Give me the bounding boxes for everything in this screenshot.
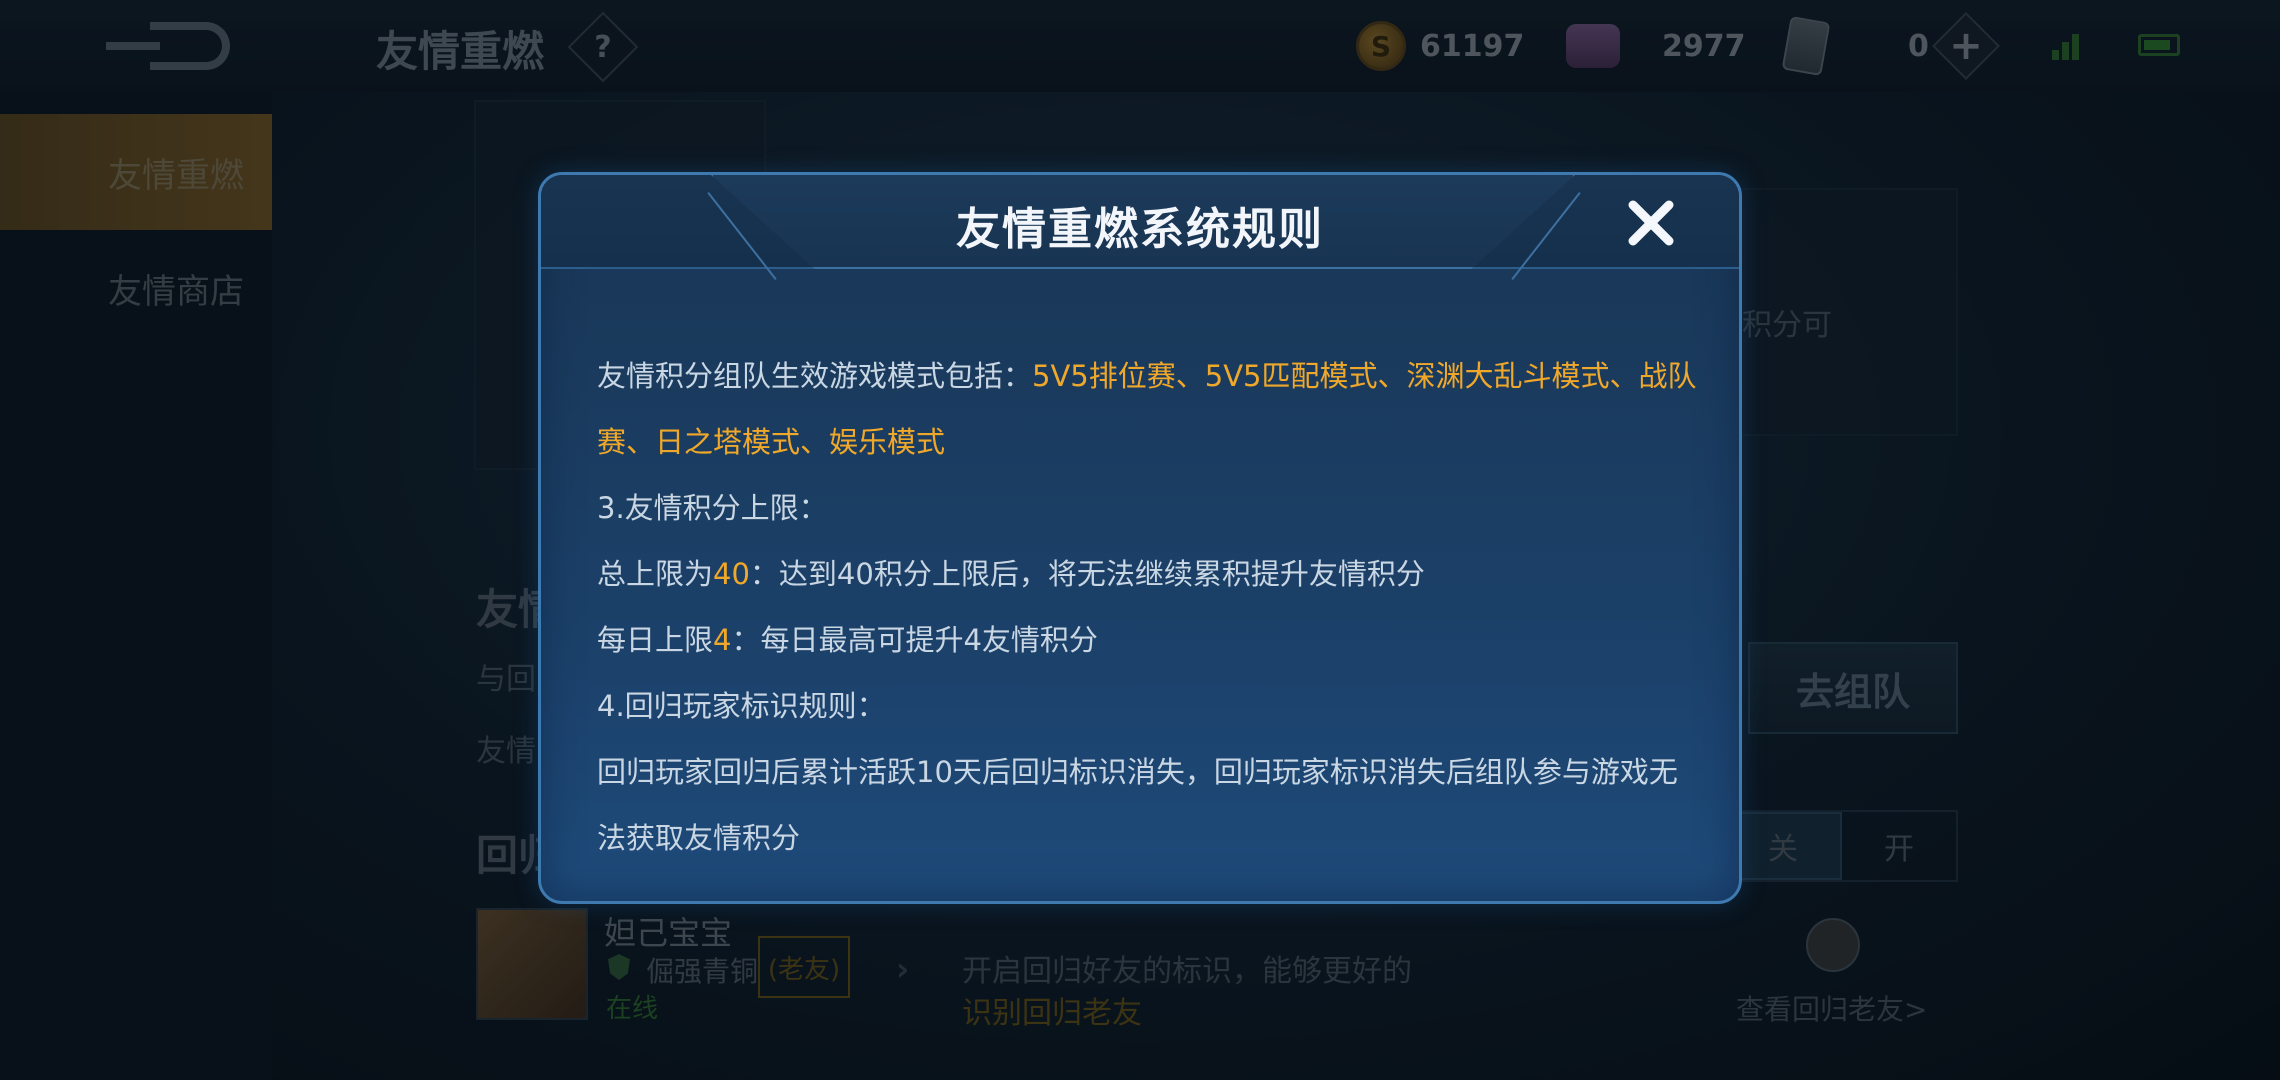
rule-section-3-title: 3.友情积分上限： [597, 491, 828, 525]
rules-text: 友情积分组队生效游戏模式包括：5V5排位赛、5V5匹配模式、深渊大乱斗模式、战队… [597, 343, 1701, 871]
rule-daily-limit: 每日上限4：每日最高可提升4友情积分 [597, 623, 1098, 657]
modal-header: 友情重燃系统规则 [541, 175, 1739, 280]
total-limit-value: 40 [713, 557, 750, 591]
modes-list-cont: 赛、日之塔模式、娱乐模式 [597, 425, 946, 459]
daily-limit-value: 4 [713, 623, 732, 657]
close-icon [1628, 200, 1674, 246]
close-button[interactable] [1619, 191, 1683, 255]
rule-total-limit: 总上限为40：达到40积分上限后，将无法继续累积提升友情积分 [597, 557, 1425, 591]
rule-modes-line: 友情积分组队生效游戏模式包括：5V5排位赛、5V5匹配模式、深渊大乱斗模式、战队 [597, 359, 1697, 393]
rule-return-mark-cont: 法获取友情积分 [597, 821, 801, 855]
rule-section-4-title: 4.回归玩家标识规则： [597, 689, 886, 723]
rule-return-mark: 回归玩家回归后累计活跃10天后回归标识消失，回归玩家标识消失后组队参与游戏无 [597, 755, 1678, 789]
rules-modal: 友情重燃系统规则 友情积分组队生效游戏模式包括：5V5排位赛、5V5匹配模式、深… [538, 172, 1742, 904]
rule-modes-line-cont: 赛、日之塔模式、娱乐模式 [597, 409, 1701, 475]
modes-list: 5V5排位赛、5V5匹配模式、深渊大乱斗模式、战队 [1032, 359, 1697, 393]
modal-title: 友情重燃系统规则 [956, 204, 1324, 255]
